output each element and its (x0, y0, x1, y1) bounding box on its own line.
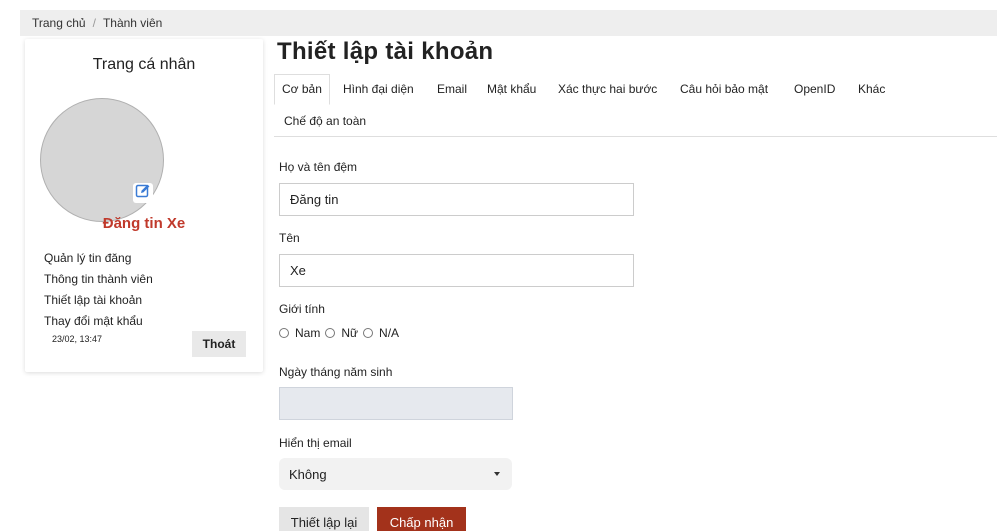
submit-button[interactable]: Chấp nhận (377, 507, 466, 531)
edit-icon (135, 183, 151, 204)
tab-basic[interactable]: Cơ bản (274, 74, 330, 105)
profile-card-title: Trang cá nhân (92, 56, 196, 73)
radio-circle-icon (363, 328, 374, 338)
menu-item-account-settings[interactable]: Thiết lập tài khoản (44, 290, 153, 311)
tab-openid[interactable]: OpenID (794, 75, 835, 103)
radio-circle-icon (279, 328, 289, 338)
logout-button[interactable]: Thoát (192, 331, 246, 357)
first-name-field[interactable] (279, 183, 634, 216)
menu-item-manage-posts[interactable]: Quản lý tin đăng (44, 248, 153, 269)
tab-email[interactable]: Email (437, 75, 467, 103)
tab-safe-mode[interactable]: Chế độ an toàn (284, 107, 366, 135)
menu-item-member-info[interactable]: Thông tin thành viên (44, 269, 153, 290)
show-email-select[interactable]: Không (279, 458, 512, 490)
tab-password[interactable]: Mật khẩu (487, 75, 536, 103)
gender-label: Giới tính (279, 302, 325, 316)
tab-other[interactable]: Khác (858, 75, 885, 103)
tab-avatar[interactable]: Hình đại diện (343, 75, 414, 103)
gender-radio-group: Nam Nữ N/A (279, 326, 404, 340)
gender-radio-na[interactable]: N/A (363, 326, 399, 340)
profile-card: Trang cá nhân Đăng tin Xe Quản lý tin đă… (25, 39, 263, 372)
page-title: Thiết lập tài khoản (277, 38, 494, 65)
show-email-label: Hiển thị email (279, 436, 352, 450)
edit-avatar-button[interactable] (133, 183, 153, 203)
last-login-time: 23/02, 13:47 (52, 334, 103, 344)
breadcrumb-current-link[interactable]: Thành viên (103, 16, 162, 30)
birthday-label: Ngày tháng năm sinh (279, 365, 393, 379)
profile-display-name: Đăng tin Xe (102, 215, 186, 232)
tab-two-factor[interactable]: Xác thực hai bước (558, 75, 657, 103)
caret-down-icon (494, 472, 500, 476)
radio-circle-icon (325, 328, 336, 338)
profile-menu: Quản lý tin đăng Thông tin thành viên Th… (44, 248, 153, 332)
reset-button[interactable]: Thiết lập lại (279, 507, 369, 531)
tab-security-question[interactable]: Câu hỏi bảo mật (680, 75, 768, 103)
gender-radio-female[interactable]: Nữ (325, 326, 358, 340)
tab-bar: Cơ bản Hình đại diện Email Mật khẩu Xác … (274, 74, 997, 137)
breadcrumb-separator: / (92, 16, 96, 30)
menu-item-change-password[interactable]: Thay đổi mật khẩu (44, 311, 153, 332)
gender-option-label: Nữ (341, 326, 359, 340)
birthday-field[interactable] (279, 387, 513, 420)
show-email-selected-value: Không (289, 466, 327, 482)
breadcrumb: Trang chủ / Thành viên (20, 10, 997, 36)
breadcrumb-home-link[interactable]: Trang chủ (32, 16, 86, 30)
gender-option-label: N/A (379, 326, 400, 340)
gender-radio-male[interactable]: Nam (279, 326, 320, 340)
first-name-label: Họ và tên đệm (279, 160, 358, 174)
last-name-field[interactable] (279, 254, 634, 287)
gender-option-label: Nam (295, 326, 321, 340)
last-name-label: Tên (279, 231, 300, 245)
